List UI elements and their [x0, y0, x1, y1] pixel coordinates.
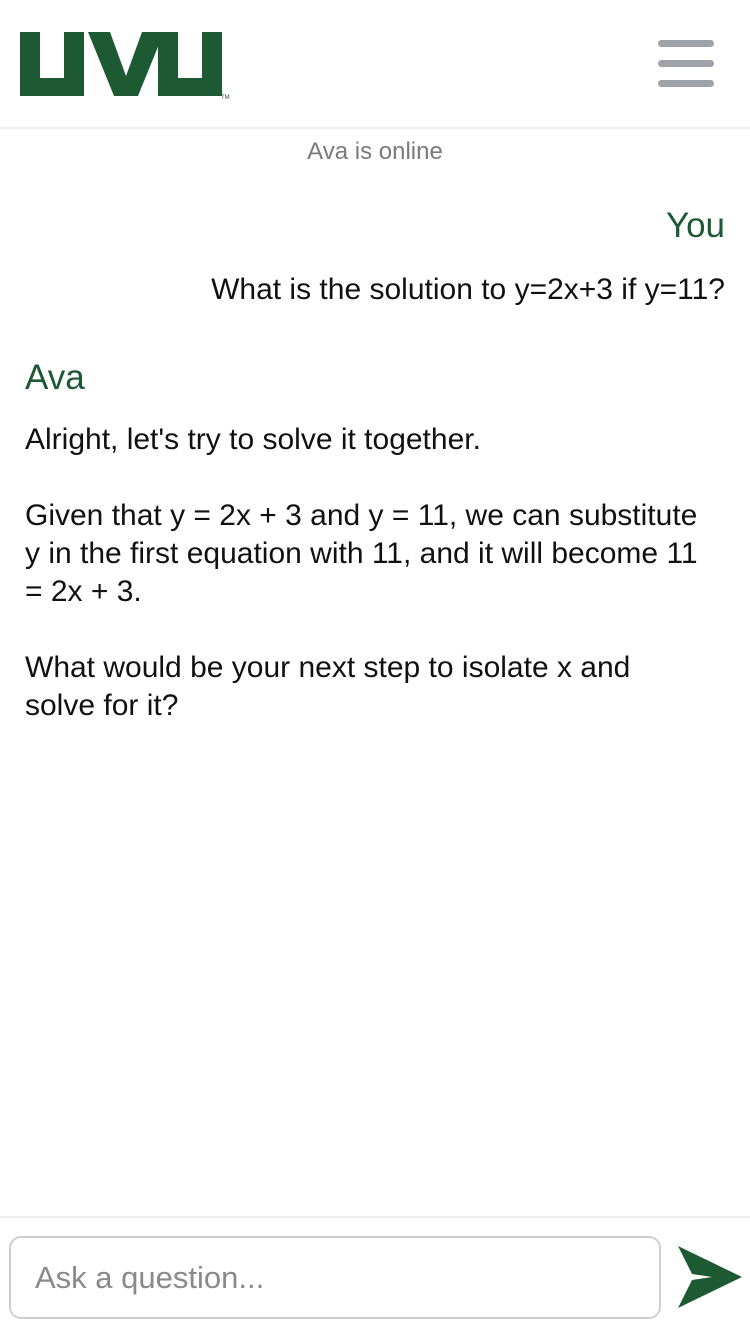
hamburger-menu-icon[interactable] — [652, 36, 720, 92]
header: TM — [0, 0, 750, 129]
assistant-paragraph: Given that y = 2x + 3 and y = 11, we can… — [25, 499, 698, 608]
assistant-sender-label: Ava — [25, 358, 85, 397]
assistant-paragraph: What would be your next step to isolate … — [25, 651, 631, 722]
svg-text:TM: TM — [221, 95, 230, 100]
assistant-message: Alright, let's try to solve it together.… — [25, 421, 705, 763]
user-sender-label: You — [665, 206, 725, 245]
chat-app: TM Ava is online You What is the solutio… — [0, 0, 750, 1334]
question-input[interactable] — [9, 1236, 661, 1319]
online-status: Ava is online — [307, 138, 443, 165]
assistant-paragraph: Alright, let's try to solve it together. — [25, 423, 481, 456]
composer-bar — [0, 1216, 750, 1334]
uvu-logo[interactable]: TM — [18, 30, 232, 100]
send-arrow-icon[interactable] — [674, 1244, 744, 1310]
user-message-text: What is the solution to y=2x+3 if y=11? — [211, 273, 725, 306]
